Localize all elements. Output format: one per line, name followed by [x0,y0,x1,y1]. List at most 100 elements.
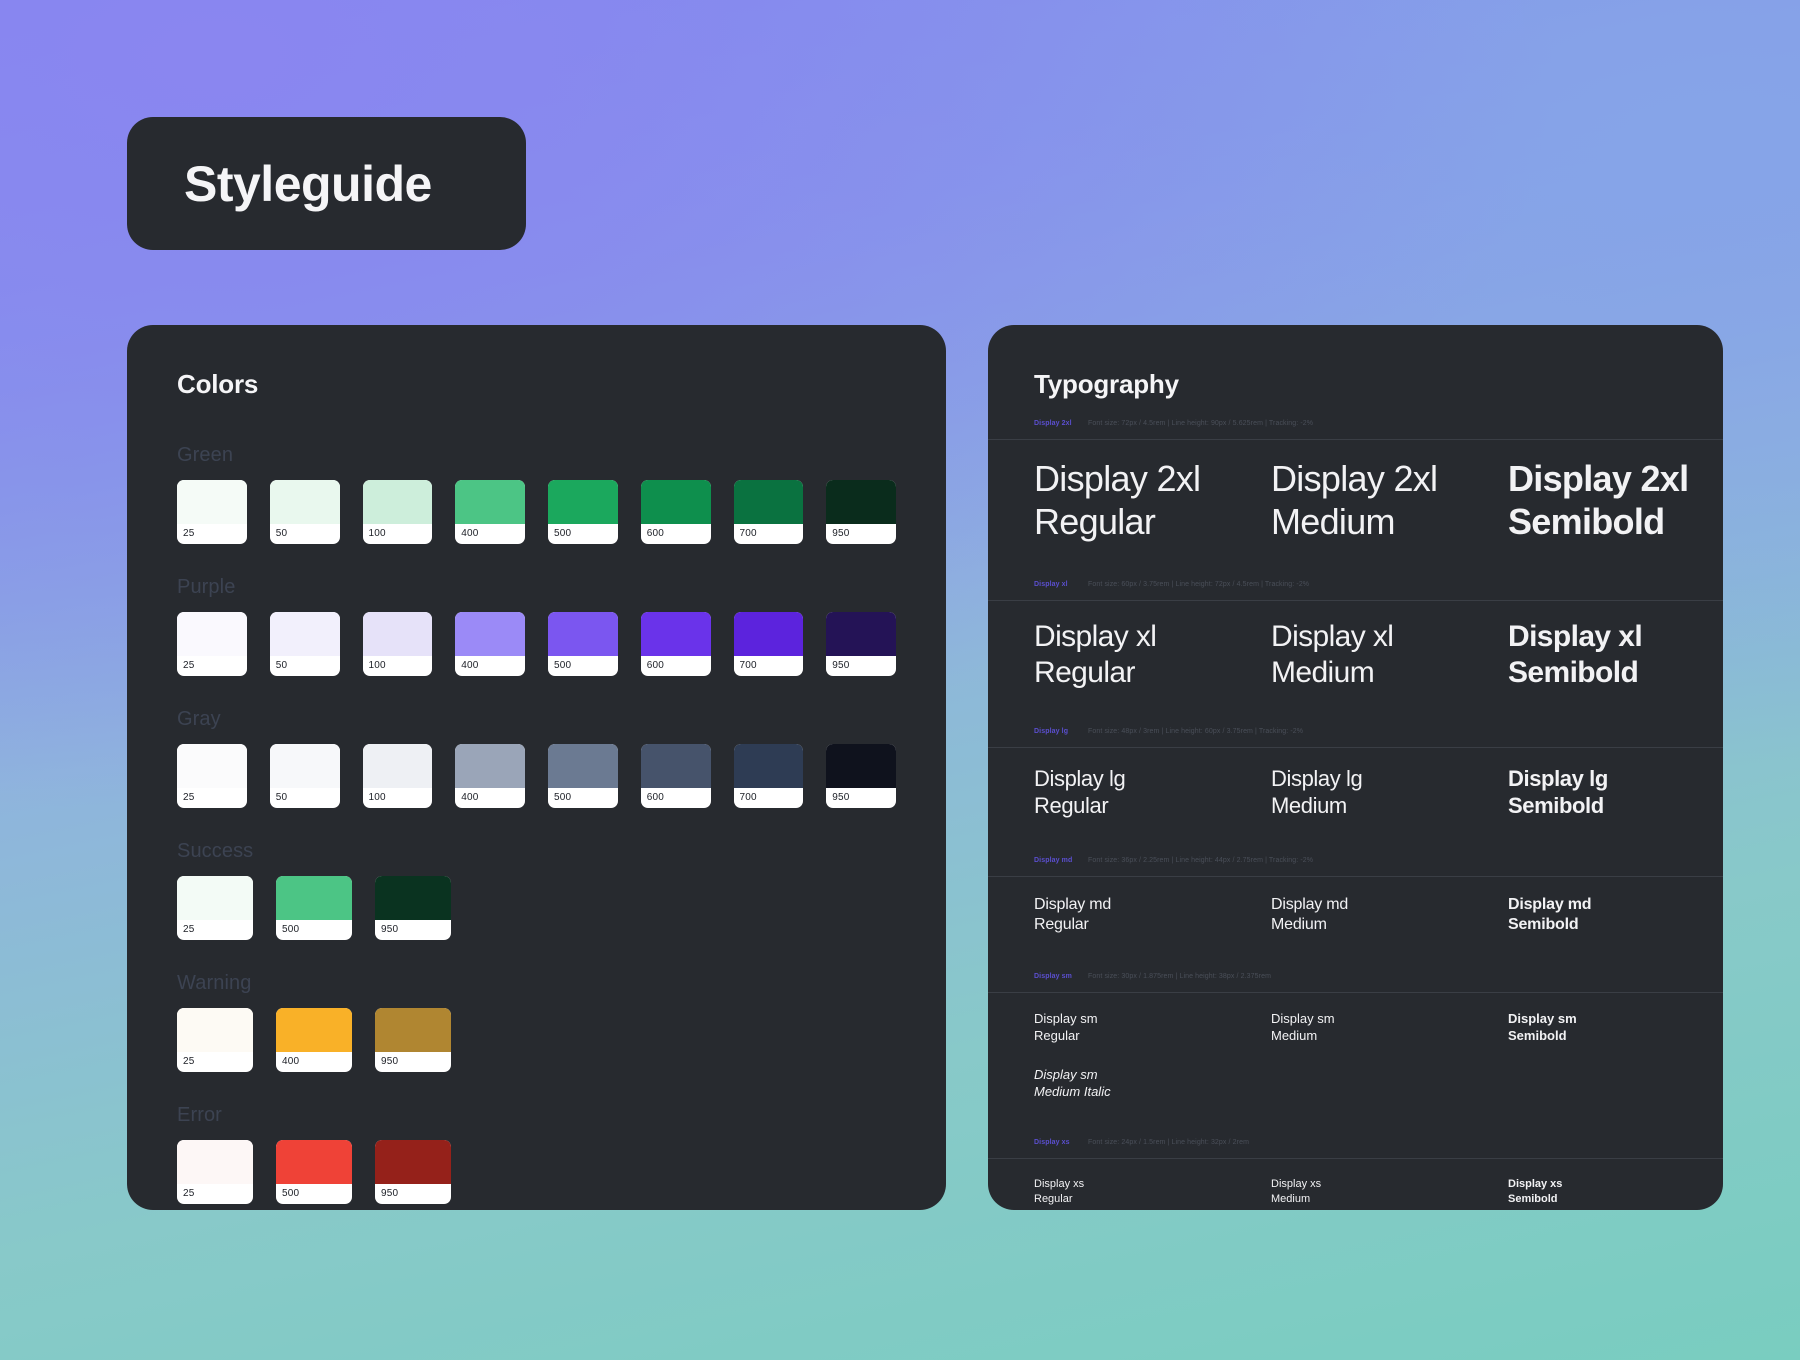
color-swatch-label: 950 [375,1184,451,1204]
color-swatch[interactable]: 500 [276,1140,352,1204]
color-swatch-label: 500 [548,656,618,676]
typography-spec-detail: Font size: 24px / 1.5rem | Line height: … [1088,1138,1249,1148]
typography-sample-column: Display xl Regular [1034,619,1271,690]
color-swatch[interactable]: 600 [641,480,711,544]
color-swatch-label: 600 [641,656,711,676]
color-swatch[interactable]: 25 [177,744,247,808]
typography-blocks-container: Display 2xlFont size: 72px / 4.5rem | Li… [988,419,1723,1210]
color-swatch[interactable]: 25 [177,612,247,676]
color-swatch[interactable]: 50 [270,480,340,544]
color-swatch[interactable]: 25 [177,1008,253,1072]
color-swatch-fill [177,480,247,524]
color-swatch-label: 25 [177,1052,253,1072]
color-swatch-label: 50 [270,524,340,544]
color-group-label: Gray [177,708,896,731]
typography-spec-name: Display xl [1034,580,1078,590]
color-group-label: Error [177,1104,896,1127]
color-swatch-fill [363,744,433,788]
color-swatch-fill [734,744,804,788]
color-swatch[interactable]: 400 [455,744,525,808]
color-swatch-fill [375,1140,451,1184]
color-swatch[interactable]: 700 [734,480,804,544]
color-swatch[interactable]: 950 [375,876,451,940]
typography-spec: Display xlFont size: 60px / 3.75rem | Li… [988,580,1723,590]
color-swatch[interactable]: 500 [548,744,618,808]
colors-panel-heading: Colors [177,369,896,400]
color-group-green: Green2550100400500600700950 [177,444,896,544]
color-swatch[interactable]: 100 [363,612,433,676]
color-swatch[interactable]: 950 [826,480,896,544]
typography-sample: Display xl Medium [1271,619,1508,690]
color-group-error: Error 25 500 950 [177,1104,896,1204]
swatch-row: 25 50 100 400 500 600 700 950 [177,480,896,544]
color-swatch-label: 400 [455,656,525,676]
typography-sample: Display 2xl Semibold [1508,458,1723,543]
typography-sample-column: Display xl Semibold [1508,619,1723,690]
typography-spec-detail: Font size: 30px / 1.875rem | Line height… [1088,972,1271,982]
color-swatch-fill [177,744,247,788]
color-swatch-label: 25 [177,524,247,544]
color-swatch[interactable]: 400 [455,612,525,676]
color-swatch-fill [826,744,896,788]
color-group-success: Success25500950 [177,840,896,940]
color-swatch[interactable]: 25 [177,480,247,544]
color-swatch-label: 100 [363,524,433,544]
typography-sample: Display md Semibold [1508,895,1723,935]
color-groups-container: Green2550100400500600700950Purple2550100… [177,444,896,1204]
color-swatch[interactable]: 500 [276,876,352,940]
color-swatch-label: 950 [375,1052,451,1072]
color-swatch[interactable]: 500 [548,480,618,544]
color-swatch[interactable]: 50 [270,612,340,676]
typography-sample-italic: Display sm Medium Italic [1034,1067,1271,1101]
color-swatch[interactable]: 400 [276,1008,352,1072]
typography-spec: Display mdFont size: 36px / 2.25rem | Li… [988,856,1723,866]
color-swatch[interactable]: 25 [177,876,253,940]
swatch-row: 25 50 100 400 500 600 700 950 [177,612,896,676]
color-swatch[interactable]: 400 [455,480,525,544]
typography-spec: Display 2xlFont size: 72px / 4.5rem | Li… [988,419,1723,429]
color-swatch[interactable]: 50 [270,744,340,808]
color-swatch[interactable]: 700 [734,612,804,676]
color-swatch-fill [177,1140,253,1184]
color-swatch[interactable]: 600 [641,744,711,808]
color-swatch-label: 50 [270,656,340,676]
color-swatch[interactable]: 700 [734,744,804,808]
color-swatch[interactable]: 100 [363,480,433,544]
color-swatch[interactable]: 100 [363,744,433,808]
color-swatch[interactable]: 950 [826,612,896,676]
typography-sample-row: Display xs RegularDisplay xs Medium Ital… [988,1158,1723,1210]
typography-sample: Display 2xl Regular [1034,458,1271,543]
typography-block: Display mdFont size: 36px / 2.25rem | Li… [988,856,1723,953]
typography-sample-column: Display md Medium [1271,895,1508,935]
typography-sample-row: Display lg RegularDisplay lg MediumDispl… [988,747,1723,837]
page-title: Styleguide [184,155,432,213]
typography-sample: Display lg Medium [1271,766,1508,819]
color-swatch-label: 600 [641,524,711,544]
color-swatch-label: 25 [177,656,247,676]
color-swatch-label: 400 [276,1052,352,1072]
color-swatch-label: 25 [177,1184,253,1204]
typography-sample-column: Display 2xl Semibold [1508,458,1723,543]
color-swatch-label: 700 [734,788,804,808]
typography-block: Display xlFont size: 60px / 3.75rem | Li… [988,580,1723,708]
color-swatch[interactable]: 950 [375,1140,451,1204]
color-swatch-label: 400 [455,524,525,544]
typography-spec-name: Display xs [1034,1138,1078,1148]
typography-spec-name: Display 2xl [1034,419,1078,429]
color-swatch-fill [363,480,433,524]
color-swatch-fill [455,480,525,524]
typography-spec-detail: Font size: 36px / 2.25rem | Line height:… [1088,856,1313,866]
color-swatch-label: 500 [276,1184,352,1204]
color-swatch[interactable]: 950 [375,1008,451,1072]
color-swatch[interactable]: 25 [177,1140,253,1204]
color-swatch[interactable]: 500 [548,612,618,676]
color-swatch-label: 100 [363,656,433,676]
color-swatch-label: 500 [548,788,618,808]
typography-panel-heading: Typography [988,369,1723,400]
color-swatch-fill [276,1008,352,1052]
color-swatch[interactable]: 600 [641,612,711,676]
color-swatch[interactable]: 950 [826,744,896,808]
typography-sample-row: Display md RegularDisplay md MediumDispl… [988,876,1723,953]
color-swatch-fill [548,480,618,524]
color-swatch-label: 700 [734,656,804,676]
